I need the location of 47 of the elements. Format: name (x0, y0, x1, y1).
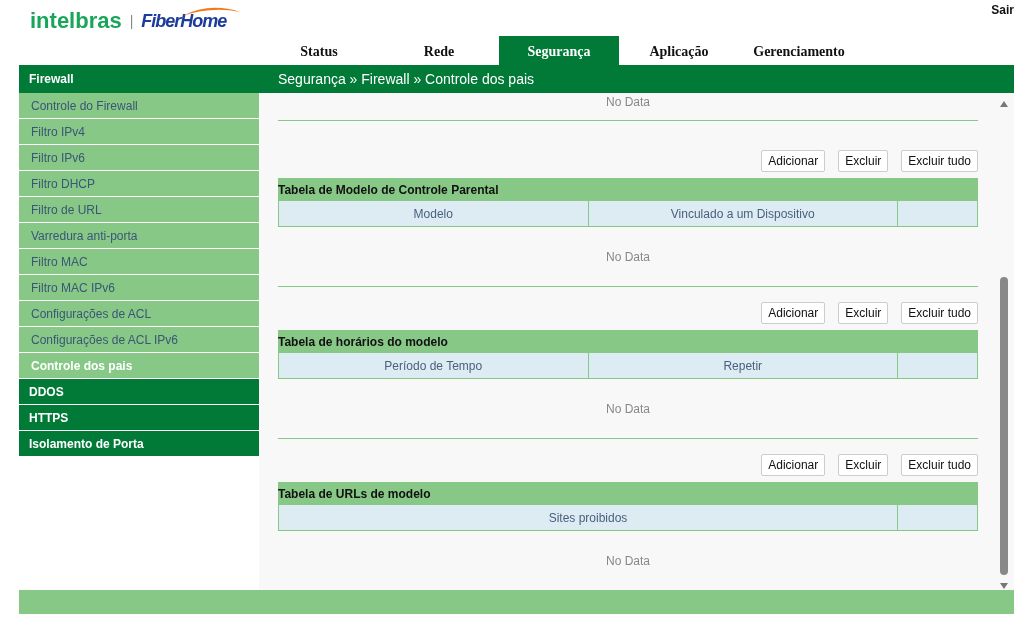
action-button[interactable]: Adicionar (761, 150, 826, 172)
column-header: Vinculado a um Dispositivo (588, 201, 898, 226)
nav-tab[interactable]: Gerenciamento (739, 36, 859, 65)
column-header: Repetir (588, 353, 898, 378)
action-button[interactable]: Excluir tudo (901, 302, 978, 324)
scrollbar-thumb[interactable] (1000, 277, 1008, 575)
nav-tab[interactable]: Rede (379, 36, 499, 65)
sidebar-group[interactable]: Isolamento de Porta (19, 431, 259, 457)
action-button[interactable]: Excluir (838, 150, 889, 172)
empty-message: No Data (606, 553, 650, 568)
table-title: Tabela de Modelo de Controle Parental (278, 178, 978, 201)
logout-link[interactable]: Sair (991, 0, 1014, 17)
nav-tab[interactable]: Status (259, 36, 379, 65)
sidebar-item[interactable]: Filtro IPv4 (19, 119, 259, 145)
nav-tab[interactable]: Aplicação (619, 36, 739, 65)
sidebar-item[interactable]: Configurações de ACL (19, 301, 259, 327)
breadcrumb: Segurança » Firewall » Controle dos pais (277, 71, 535, 87)
partner-logo: FiberHome (141, 10, 227, 32)
sidebar-item[interactable]: Controle do Firewall (19, 93, 259, 119)
sidebar-item[interactable]: Filtro DHCP (19, 171, 259, 197)
sidebar-item[interactable]: Filtro MAC IPv6 (19, 275, 259, 301)
action-button[interactable]: Excluir tudo (901, 454, 978, 476)
sidebar-group[interactable]: HTTPS (19, 405, 259, 431)
sidebar-item[interactable]: Varredura anti-porta (19, 223, 259, 249)
empty-message: No Data (606, 401, 650, 416)
nav-tab[interactable]: Segurança (499, 36, 619, 65)
action-button[interactable]: Adicionar (761, 302, 826, 324)
sidebar-item[interactable]: Filtro IPv6 (19, 145, 259, 171)
action-button[interactable]: Excluir tudo (901, 150, 978, 172)
column-header: Modelo (279, 201, 589, 226)
table-title: Tabela de horários do modelo (278, 330, 978, 353)
sidebar-group[interactable]: DDOS (19, 379, 259, 405)
sidebar-item[interactable]: Filtro MAC (19, 249, 259, 275)
action-button[interactable]: Excluir (838, 302, 889, 324)
empty-message: No Data (606, 249, 650, 264)
column-header: Sites proibidos (279, 505, 898, 530)
table-title: Tabela de URLs de modelo (278, 482, 978, 505)
column-header: Período de Tempo (279, 353, 589, 378)
empty-message: No Data (606, 95, 650, 109)
sidebar-item[interactable]: Configurações de ACL IPv6 (19, 327, 259, 353)
sidebar-item[interactable]: Filtro de URL (19, 197, 259, 223)
brand-logo: intelbras (30, 8, 122, 34)
sidebar-group[interactable]: Firewall (19, 72, 259, 86)
scroll-up-icon[interactable] (999, 100, 1009, 108)
action-button[interactable]: Adicionar (761, 454, 826, 476)
logo-separator: | (129, 13, 134, 29)
action-button[interactable]: Excluir (838, 454, 889, 476)
